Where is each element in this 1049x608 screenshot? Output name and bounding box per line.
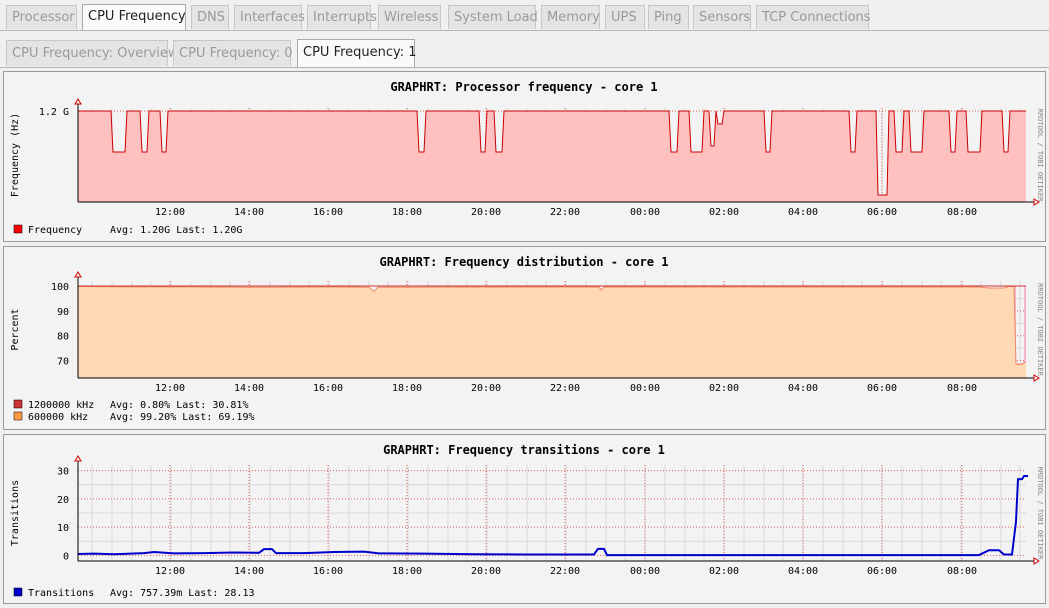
frequency-transitions-graph: GRAPHRT: Frequency transitions - core 1 T… [10,443,1044,599]
legend-swatch [13,224,23,234]
graph-title: GRAPHRT: Processor frequency - core 1 [390,80,657,94]
x-tick-label: 22:00 [550,207,580,218]
x-tick-label: 14:00 [234,383,264,394]
legend-stats: Avg: 99.20% Last: 69.19% [110,412,255,423]
tab-ping[interactable]: Ping [648,5,689,29]
y-tick-label: 10 [57,523,69,534]
distribution-graph-panel: GRAPHRT: Frequency distribution - core 1… [3,246,1046,430]
y-tick-label: 1.2 G [39,107,69,118]
tab-memory[interactable]: Memory [541,5,600,29]
tab-tcp-connections[interactable]: TCP Connections [756,5,871,29]
subtab-bar-divider [0,67,1049,68]
subtab-bar: CPU Frequency: Overview CPU Frequency: 0C… [0,37,1049,67]
low-frequency-area [78,286,1026,378]
y-tick-label: 20 [57,495,69,506]
legend-label: Frequency [28,225,82,236]
x-tick-label: 04:00 [788,207,818,218]
transitions-graph-panel: GRAPHRT: Frequency transitions - core 1 T… [3,434,1046,604]
x-tick-label: 20:00 [471,207,501,218]
x-tick-label: 18:00 [392,383,422,394]
x-tick-label: 00:00 [630,383,660,394]
legend-swatch [13,411,23,421]
y-axis-label: Percent [10,308,21,350]
legend-label: 600000 kHz [28,412,88,423]
legend-label: Transitions [28,588,94,599]
y-axis-arrow [74,271,82,278]
x-tick-label: 16:00 [313,207,343,218]
x-tick-label: 02:00 [709,207,739,218]
x-tick-label: 06:00 [867,207,897,218]
y-axis-label: Frequency (Hz) [10,113,21,197]
x-tick-label: 16:00 [313,566,343,577]
x-tick-label: 06:00 [867,566,897,577]
x-axis-arrow [1033,374,1040,382]
x-tick-label: 22:00 [550,383,580,394]
y-tick-label: 0 [63,551,69,562]
x-tick-label: 12:00 [155,383,185,394]
x-tick-label: 08:00 [947,566,977,577]
transitions-line [77,475,1028,557]
x-tick-label: 04:00 [788,383,818,394]
tab-sensors[interactable]: Sensors [693,5,751,29]
x-tick-label: 08:00 [947,207,977,218]
legend-stats: Avg: 0.80% Last: 30.81% [110,400,248,411]
frequency-area [78,111,1026,202]
y-axis-arrow [74,455,82,462]
tab-system-load[interactable]: System Load [448,5,538,29]
tab-interfaces[interactable]: Interfaces [234,5,305,29]
x-tick-label: 12:00 [155,207,185,218]
graph-title: GRAPHRT: Frequency transitions - core 1 [383,443,665,457]
x-tick-label: 08:00 [947,383,977,394]
tab-wireless[interactable]: Wireless [378,5,441,29]
y-axis-arrow [74,98,82,105]
x-tick-label: 16:00 [313,383,343,394]
y-tick-label: 100 [51,282,69,293]
x-tick-label: 20:00 [471,383,501,394]
x-tick-label: 02:00 [709,383,739,394]
x-tick-label: 18:00 [392,566,422,577]
y-tick-label: 30 [57,467,69,478]
x-tick-label: 04:00 [788,566,818,577]
y-axis-label: Transitions [10,480,21,546]
frequency-distribution-graph: GRAPHRT: Frequency distribution - core 1… [10,255,1044,423]
processor-frequency-graph: GRAPHRT: Processor frequency - core 1 Fre… [10,80,1044,236]
legend-stats: Avg: 757.39m Last: 28.13 [110,588,255,599]
x-tick-label: 18:00 [392,207,422,218]
y-tick-label: 70 [57,357,69,368]
tab-cpu-frequency[interactable]: CPU Frequency [82,4,186,30]
tab-interrupts[interactable]: Interrupts [307,5,377,29]
legend-stats: Avg: 1.20G Last: 1.20G [110,225,242,236]
rrdtool-watermark: RRDTOOL / TOBI OETIKER [1036,467,1044,561]
tab-bar-divider [0,30,1049,31]
main-tab-bar: Processor CPU Frequency DNS Interfaces Inter… [0,0,1049,30]
y-tick-label: 90 [57,307,69,318]
x-tick-label: 22:00 [550,566,580,577]
tab-processor[interactable]: Processor [6,5,77,29]
tab-dns[interactable]: DNS [191,5,229,29]
rrdtool-watermark: RRDTOOL / TOBI OETIKER [1036,109,1044,203]
legend-swatch [13,587,23,597]
x-tick-label: 06:00 [867,383,897,394]
tab-cpu-frequency-0[interactable]: CPU Frequency: 0 [173,40,293,66]
graph-title: GRAPHRT: Frequency distribution - core 1 [380,255,669,269]
tab-ups[interactable]: UPS [605,5,645,29]
legend-swatch [13,399,23,409]
x-tick-label: 00:00 [630,207,660,218]
legend-label: 1200000 kHz [28,400,94,411]
x-tick-label: 12:00 [155,566,185,577]
frequency-graph-panel: GRAPHRT: Processor frequency - core 1 Fre… [3,71,1046,242]
x-tick-label: 14:00 [234,566,264,577]
tab-cpu-frequency-1[interactable]: CPU Frequency: 1 [297,39,417,67]
rrdtool-watermark: RRDTOOL / TOBI OETIKER [1036,283,1044,377]
x-tick-label: 00:00 [630,566,660,577]
y-tick-label: 80 [57,332,69,343]
x-tick-label: 20:00 [471,566,501,577]
tab-cpu-frequency-overview[interactable]: CPU Frequency: Overview [6,40,179,66]
x-tick-label: 02:00 [709,566,739,577]
x-tick-label: 14:00 [234,207,264,218]
